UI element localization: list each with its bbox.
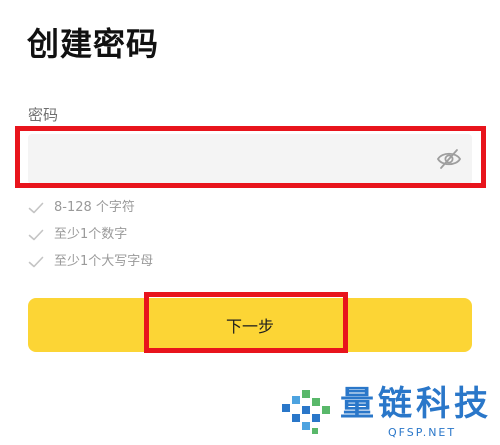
password-input[interactable]	[40, 134, 420, 184]
requirement-text: 至少1个大写字母	[54, 254, 154, 269]
requirement-item: 至少1个数字	[28, 224, 127, 246]
requirement-item: 至少1个大写字母	[28, 251, 153, 273]
check-icon	[28, 256, 44, 268]
page-title: 创建密码	[27, 25, 160, 63]
watermark-logo-icon	[282, 390, 330, 434]
password-field[interactable]	[28, 134, 472, 184]
next-button[interactable]: 下一步	[28, 298, 472, 352]
password-label: 密码	[28, 106, 59, 124]
eye-off-icon[interactable]	[436, 147, 462, 171]
check-icon	[28, 202, 44, 214]
requirement-text: 8-128 个字符	[54, 200, 135, 215]
check-icon	[28, 229, 44, 241]
requirement-text: 至少1个数字	[54, 227, 128, 242]
requirement-item: 8-128 个字符	[28, 197, 135, 219]
watermark: 量链科技 QFSP.NET	[278, 382, 493, 442]
watermark-url: QFSP.NET	[388, 426, 457, 439]
watermark-name: 量链科技	[340, 384, 492, 424]
